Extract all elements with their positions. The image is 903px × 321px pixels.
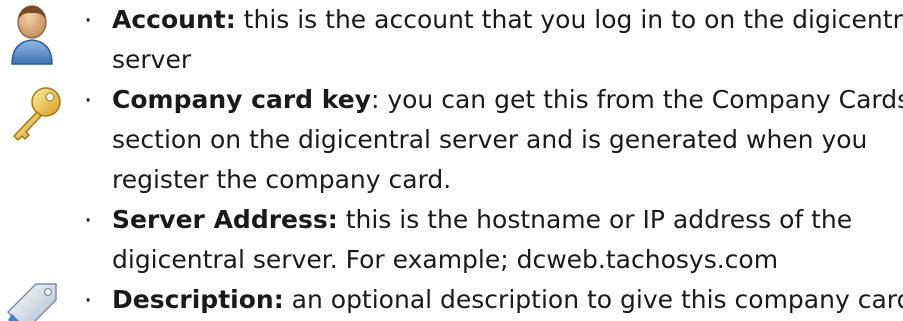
description-text: this is the hostname or IP address of th… bbox=[345, 205, 853, 234]
bullet-marker: · bbox=[84, 206, 93, 236]
description-text: an optional description to give this com… bbox=[291, 285, 903, 314]
key-icon bbox=[13, 87, 61, 141]
description-text: register the company card. bbox=[112, 165, 452, 194]
list-item-server-address: Server Address: this is the hostname or … bbox=[112, 200, 897, 280]
description-text: digicentral server. For example; dcweb.t… bbox=[112, 245, 779, 274]
bullet-marker: · bbox=[84, 286, 93, 316]
tag-icon bbox=[7, 283, 57, 321]
bullet-marker: · bbox=[84, 6, 93, 36]
description-text: this is the account that you log in to o… bbox=[243, 5, 903, 34]
term-company-card-key: Company card key bbox=[112, 85, 371, 114]
term-description: Description: bbox=[112, 285, 284, 314]
bullet-marker: · bbox=[84, 86, 93, 116]
term-server-address: Server Address: bbox=[112, 205, 338, 234]
list-item-account: Account: this is the account that you lo… bbox=[112, 0, 903, 80]
list-item-company-card-key: Company card key: you can get this from … bbox=[112, 80, 903, 200]
description-text: : you can get this from the Company Card… bbox=[370, 85, 903, 114]
description-text: server bbox=[112, 45, 192, 74]
list-item-description: Description: an optional description to … bbox=[112, 280, 903, 320]
description-text: section on the digicentral server and is… bbox=[112, 125, 868, 154]
user-icon bbox=[11, 5, 53, 65]
term-account: Account: bbox=[112, 5, 236, 34]
